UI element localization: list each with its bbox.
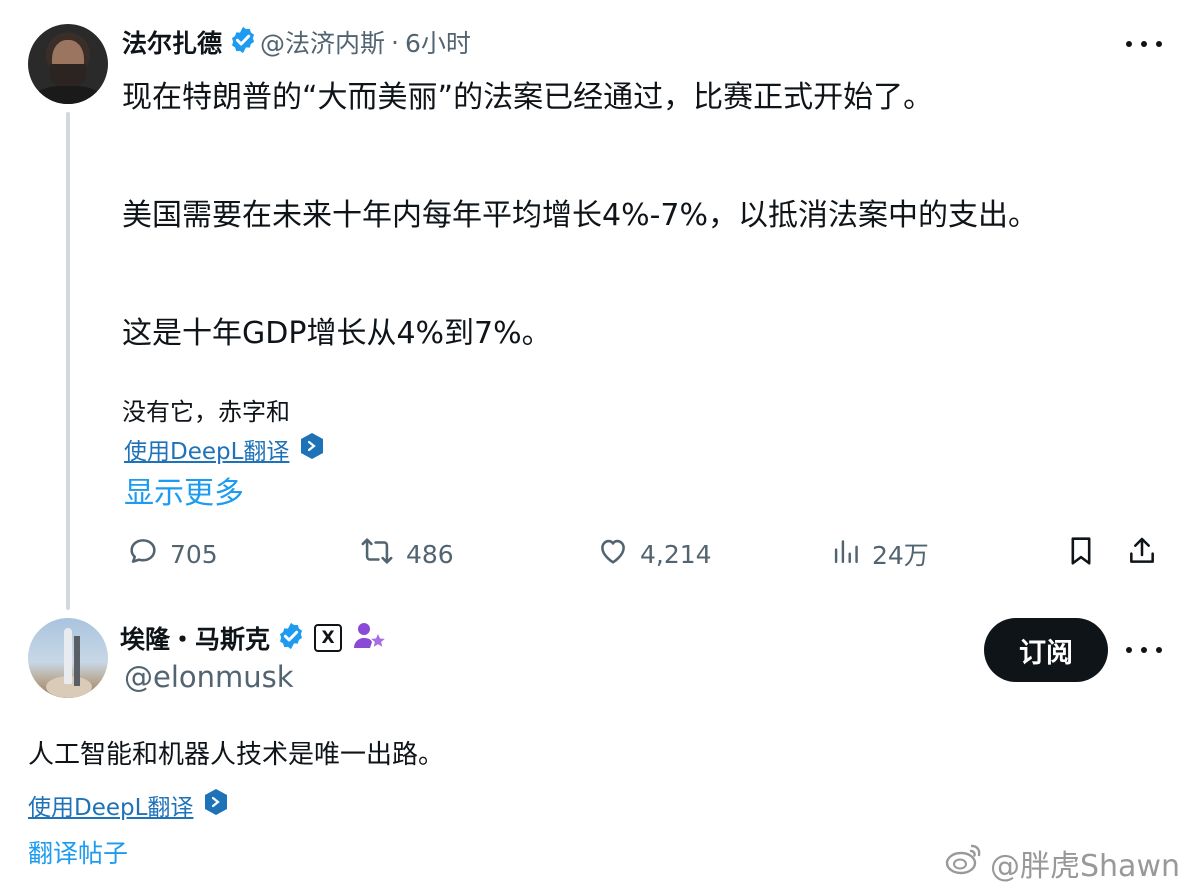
reply-icon <box>126 534 160 574</box>
views-button[interactable]: 24万 <box>832 530 929 578</box>
author-name[interactable]: 法尔扎德 <box>122 24 222 60</box>
repost-icon <box>358 534 396 574</box>
separator-dot: · <box>391 27 399 57</box>
bookmark-button[interactable] <box>1066 530 1096 578</box>
share-button[interactable] <box>1126 530 1158 578</box>
bookmark-icon <box>1066 534 1096 574</box>
like-count: 4,214 <box>640 539 712 569</box>
tweet-paragraph: 这是十年GDP增长从4%到7%。 <box>122 316 552 351</box>
deepl-icon <box>299 432 325 466</box>
tweet-paragraph: 现在特朗普的“大而美丽”的法案已经通过，比赛正式开始了。 <box>122 80 934 115</box>
more-options-icon[interactable] <box>1126 640 1162 660</box>
tweet-paragraph: 美国需要在未来十年内每年平均增长4%-7%，以抵消法案中的支出。 <box>122 198 1039 233</box>
author-name[interactable]: 埃隆・马斯克 <box>120 620 270 656</box>
reply-button[interactable]: 705 <box>126 530 218 578</box>
deepl-translate-link[interactable]: 使用DeepL翻译 <box>124 432 325 466</box>
tweet-text: 人工智能和机器人技术是唯一出路。 <box>28 740 445 770</box>
views-count: 24万 <box>872 541 929 570</box>
author-handle[interactable]: @法济内斯 <box>260 24 385 60</box>
repost-count: 486 <box>406 539 454 569</box>
avatar[interactable] <box>28 618 108 698</box>
avatar[interactable] <box>28 24 108 104</box>
reply-count: 705 <box>170 539 218 569</box>
tweet-actions: 705 486 4,214 24万 <box>126 530 1166 578</box>
tweet-header: 法尔扎德 @法济内斯 · 6小时 <box>122 24 471 60</box>
subscribe-button[interactable]: 订阅 <box>984 618 1108 682</box>
avatar-shirt <box>34 86 102 104</box>
x-affiliate-badge-icon[interactable]: X <box>314 624 343 652</box>
avatar-tower <box>74 636 80 686</box>
avatar-rocket <box>64 628 72 684</box>
show-more-link[interactable]: 显示更多 <box>124 468 244 512</box>
deepl-translate-label: 使用DeepL翻译 <box>28 795 194 821</box>
deepl-translate-label: 使用DeepL翻译 <box>124 439 290 465</box>
heart-icon <box>596 534 630 574</box>
verified-badge-icon <box>228 25 258 59</box>
tweet-header: 埃隆・马斯克 X <box>120 618 386 658</box>
views-icon <box>832 534 862 574</box>
more-options-icon[interactable] <box>1126 34 1162 54</box>
avatar-beard <box>50 64 86 88</box>
watermark-text: @胖虎Shawn <box>990 849 1180 884</box>
verified-badge-icon <box>276 621 306 655</box>
share-icon <box>1126 534 1158 574</box>
thread-line <box>66 112 70 610</box>
weibo-logo-icon <box>944 842 984 884</box>
repost-button[interactable]: 486 <box>358 530 454 578</box>
deepl-translate-link[interactable]: 使用DeepL翻译 <box>28 788 229 822</box>
timestamp[interactable]: 6小时 <box>405 24 471 60</box>
tweet-paragraph-truncated: 没有它，赤字和 <box>122 398 290 426</box>
deepl-icon <box>203 788 229 822</box>
person-star-icon <box>352 620 386 656</box>
translate-post-link[interactable]: 翻译帖子 <box>28 834 128 870</box>
author-handle[interactable]: @elonmusk <box>124 660 294 694</box>
weibo-watermark: @胖虎Shawn <box>944 840 1180 886</box>
like-button[interactable]: 4,214 <box>596 530 712 578</box>
